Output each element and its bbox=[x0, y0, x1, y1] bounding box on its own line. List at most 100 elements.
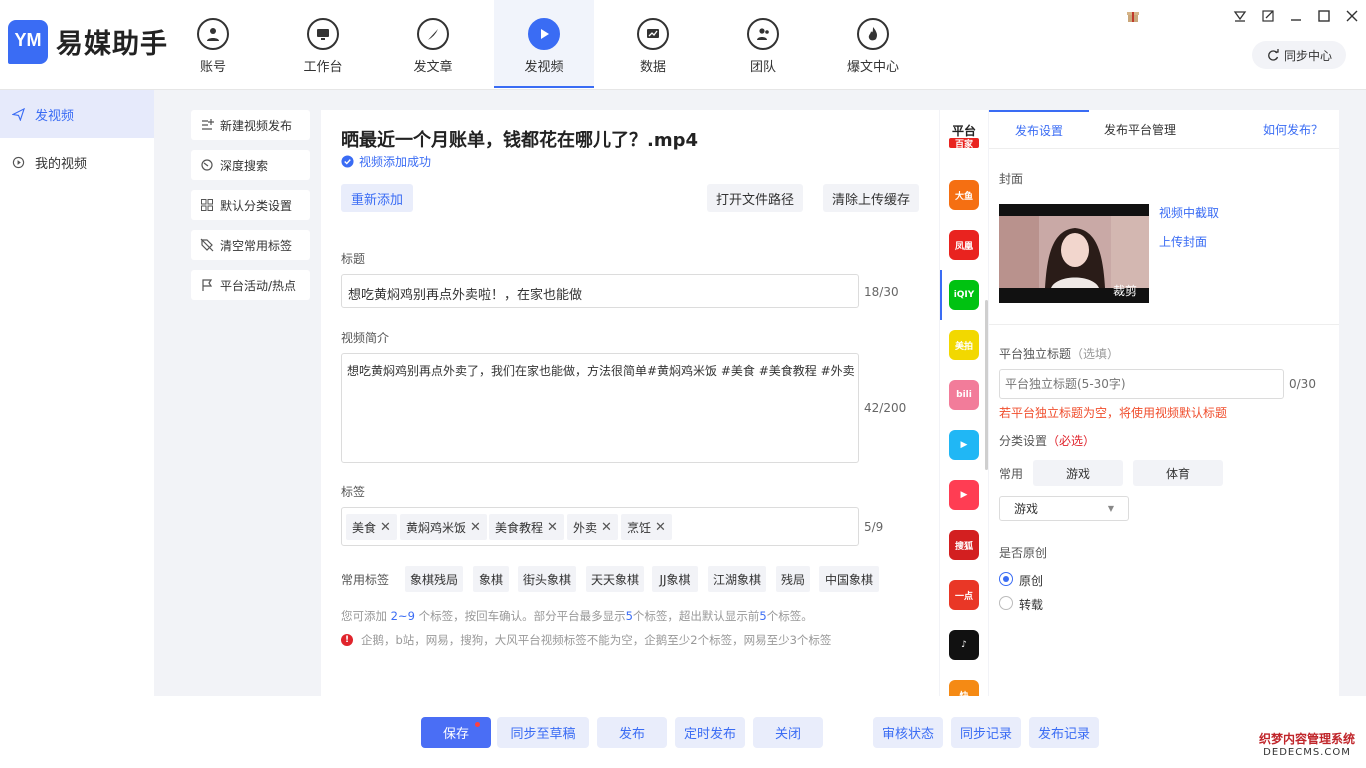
description-label: 视频简介 bbox=[341, 331, 390, 345]
nav-team[interactable]: 团队 bbox=[713, 0, 813, 88]
hint-text: 个标签，按回车确认。部分平台最多显示 bbox=[414, 609, 626, 623]
hint-text: 个标签。 bbox=[766, 609, 813, 623]
minimize-icon[interactable] bbox=[1287, 8, 1305, 24]
indep-title-warning: 若平台独立标题为空，将使用视频默认标题 bbox=[999, 406, 1228, 420]
indep-title-input[interactable] bbox=[999, 369, 1284, 399]
cover-crop-label[interactable]: 裁剪 bbox=[1113, 282, 1137, 299]
maximize-icon[interactable] bbox=[1315, 8, 1333, 24]
gift-icon[interactable] bbox=[1124, 8, 1142, 24]
platform-souhu-icon[interactable]: 搜狐 bbox=[949, 530, 979, 560]
nav-video[interactable]: 发视频 bbox=[494, 0, 594, 88]
nav-account[interactable]: 账号 bbox=[163, 0, 263, 88]
required-text: （必选） bbox=[1047, 434, 1096, 448]
close-icon[interactable] bbox=[1343, 8, 1361, 24]
remove-tag-icon[interactable]: ✕ bbox=[380, 520, 391, 535]
edit-icon[interactable] bbox=[1259, 8, 1277, 24]
dropdown-menu-icon[interactable] bbox=[1231, 8, 1249, 24]
monitor-icon bbox=[307, 18, 339, 50]
nav-workbench[interactable]: 工作台 bbox=[273, 0, 373, 88]
platform-xigua-icon[interactable]: ▶ bbox=[949, 480, 979, 510]
platform-activity-button[interactable]: 平台活动/热点 bbox=[191, 270, 310, 300]
warning-text: 企鹅，b站，网易，搜狗，大风平台视频标签不能为空，企鹅至少2个标签，网易至少3个… bbox=[361, 633, 832, 647]
publish-log-button[interactable]: 发布记录 bbox=[1029, 717, 1099, 748]
platform-tencent-video-icon[interactable]: ▶ bbox=[949, 430, 979, 460]
platform-scrollbar[interactable] bbox=[985, 300, 988, 470]
common-tag[interactable]: 残局 bbox=[776, 566, 810, 592]
save-button[interactable]: 保存 bbox=[421, 717, 491, 748]
capture-from-video-link[interactable]: 视频中截取 bbox=[1159, 204, 1219, 221]
platform-kuaishou-icon[interactable]: 快 bbox=[949, 680, 979, 696]
grid-icon bbox=[201, 199, 213, 211]
how-to-publish-link[interactable]: 如何发布？ bbox=[1263, 110, 1323, 148]
remove-tag-icon[interactable]: ✕ bbox=[655, 520, 666, 535]
tag-chip: 烹饪 ✕ bbox=[621, 514, 672, 540]
common-tag[interactable]: 象棋 bbox=[473, 566, 509, 592]
category-select[interactable]: 游戏 ▼ bbox=[999, 496, 1129, 521]
sidebar-item-my-videos[interactable]: 我的视频 bbox=[0, 138, 154, 186]
tag-chip: 外卖 ✕ bbox=[567, 514, 618, 540]
hint-range: 2~9 bbox=[390, 609, 415, 623]
common-tag[interactable]: 象棋残局 bbox=[405, 566, 463, 592]
common-tag[interactable]: 天天象棋 bbox=[586, 566, 644, 592]
close-button[interactable]: 关闭 bbox=[753, 717, 823, 748]
upload-cover-link[interactable]: 上传封面 bbox=[1159, 233, 1207, 250]
remove-tag-icon[interactable]: ✕ bbox=[547, 520, 558, 535]
platform-meipai-icon[interactable]: 美拍 bbox=[949, 330, 979, 360]
nav-article[interactable]: 发文章 bbox=[383, 0, 483, 88]
category-sport-button[interactable]: 体育 bbox=[1133, 460, 1223, 486]
save-label: 保存 bbox=[442, 727, 469, 742]
platform-douyin-icon[interactable]: ♪ bbox=[949, 630, 979, 660]
clear-common-tags-button[interactable]: 清空常用标签 bbox=[191, 230, 310, 260]
common-tag[interactable]: 街头象棋 bbox=[518, 566, 576, 592]
platform-bilibili-icon[interactable]: bili bbox=[949, 380, 979, 410]
platform-yidian-icon[interactable]: 一点 bbox=[949, 580, 979, 610]
cover-image[interactable]: 裁剪 bbox=[999, 204, 1149, 303]
tool-label: 平台活动/热点 bbox=[220, 278, 297, 293]
nav-data[interactable]: 数据 bbox=[603, 0, 703, 88]
default-category-button[interactable]: 默认分类设置 bbox=[191, 190, 310, 220]
platform-iqiyi-icon[interactable]: iQIY bbox=[949, 280, 979, 310]
app-header: YM 易媒助手 账号 工作台 发文章 发视频 数据 团队 爆文中心 同步中心 bbox=[0, 0, 1366, 90]
sidebar-item-label: 我的视频 bbox=[35, 156, 88, 172]
open-file-path-button[interactable]: 打开文件路径 bbox=[707, 184, 803, 212]
hint-number: 5 bbox=[759, 609, 767, 623]
publish-button[interactable]: 发布 bbox=[597, 717, 667, 748]
sync-to-draft-button[interactable]: 同步至草稿 bbox=[497, 717, 589, 748]
play-circle-icon bbox=[12, 156, 25, 168]
new-video-post-button[interactable]: 新建视频发布 bbox=[191, 110, 310, 140]
title-label: 标题 bbox=[341, 252, 366, 266]
platform-fenghuang-icon[interactable]: 凤凰 bbox=[949, 230, 979, 260]
tags-input[interactable]: 美食 ✕ 黄焖鸡米饭 ✕ 美食教程 ✕ 外卖 ✕ 烹饪 ✕ bbox=[341, 507, 859, 546]
sidebar-item-post-video[interactable]: 发视频 bbox=[0, 90, 154, 138]
sidebar: 发视频 我的视频 bbox=[0, 90, 154, 768]
common-tag[interactable]: 江湖象棋 bbox=[708, 566, 766, 592]
common-tag[interactable]: 中国象棋 bbox=[819, 566, 879, 592]
schedule-publish-button[interactable]: 定时发布 bbox=[675, 717, 745, 748]
clear-upload-cache-button[interactable]: 清除上传缓存 bbox=[823, 184, 919, 212]
common-category-label: 常用 bbox=[999, 467, 1024, 481]
category-game-button[interactable]: 游戏 bbox=[1033, 460, 1123, 486]
sync-center-button[interactable]: 同步中心 bbox=[1252, 41, 1346, 69]
remove-tag-icon[interactable]: ✕ bbox=[470, 520, 481, 535]
nav-viral[interactable]: 爆文中心 bbox=[823, 0, 923, 88]
section-divider bbox=[989, 324, 1339, 325]
original-option-label[interactable]: 原创 bbox=[1019, 572, 1043, 589]
description-textarea[interactable]: 想吃黄焖鸡别再点外卖了，我们在家也能做，方法很简单#黄焖鸡米饭 #美食 #美食教… bbox=[341, 353, 859, 463]
original-radio[interactable] bbox=[999, 572, 1013, 586]
common-tag[interactable]: JJ象棋 bbox=[652, 566, 698, 592]
tab-publish-settings[interactable]: 发布设置 bbox=[989, 110, 1089, 148]
remove-tag-icon[interactable]: ✕ bbox=[601, 520, 612, 535]
unsaved-dot bbox=[475, 722, 480, 727]
tag-text: 黄焖鸡米饭 bbox=[406, 520, 467, 535]
review-status-button[interactable]: 审核状态 bbox=[873, 717, 943, 748]
title-input[interactable]: 想吃黄焖鸡别再点外卖啦！，在家也能做 bbox=[341, 274, 859, 308]
deep-search-button[interactable]: 深度搜索 bbox=[191, 150, 310, 180]
repost-radio[interactable] bbox=[999, 596, 1013, 610]
re-add-button[interactable]: 重新添加 bbox=[341, 184, 413, 212]
cover-label: 封面 bbox=[999, 172, 1024, 186]
sync-log-button[interactable]: 同步记录 bbox=[951, 717, 1021, 748]
repost-option-label[interactable]: 转载 bbox=[1019, 596, 1043, 613]
platform-dayu-icon[interactable]: 大鱼 bbox=[949, 180, 979, 210]
platform-baijiahao-icon[interactable]: 百家 bbox=[949, 138, 979, 150]
tab-platform-manage[interactable]: 发布平台管理 bbox=[1104, 110, 1176, 148]
